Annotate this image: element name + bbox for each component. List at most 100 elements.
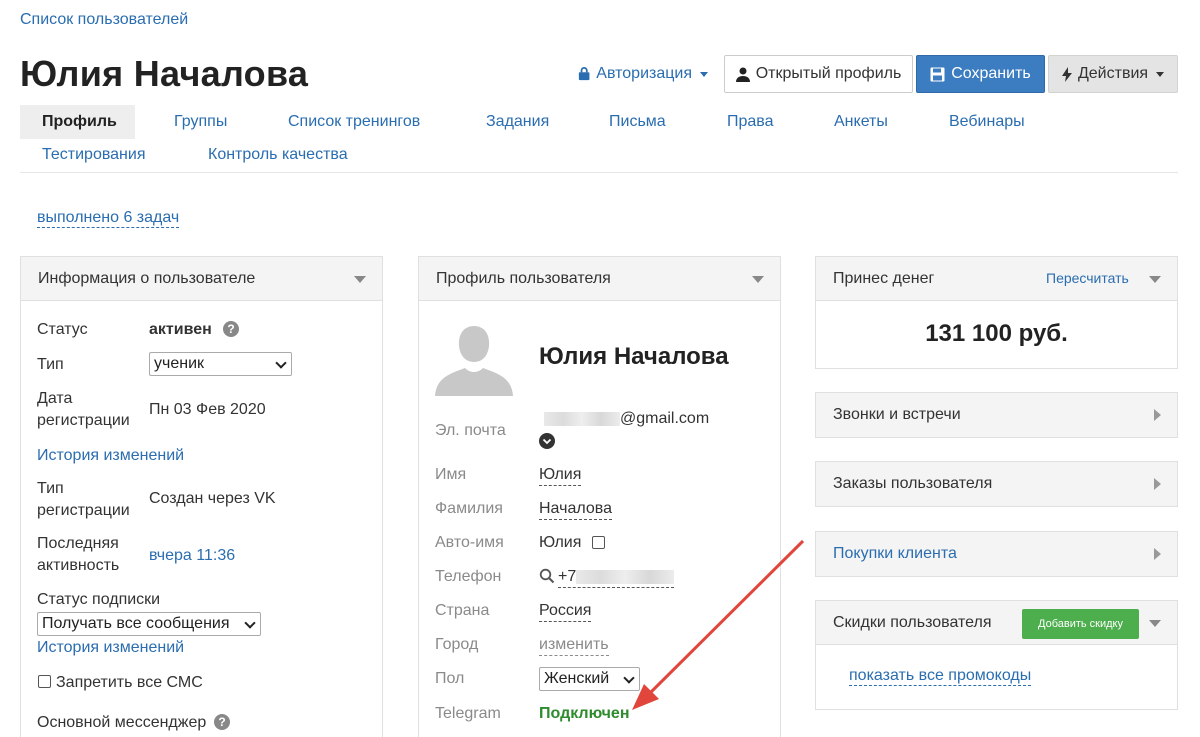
reg-date-label-1: Дата — [37, 390, 73, 407]
last-activity-value[interactable]: вчера 11:36 — [149, 545, 235, 567]
gender-select[interactable]: Женский — [539, 667, 640, 691]
telegram-label: Telegram — [435, 705, 501, 722]
tab-webinars[interactable]: Вебинары — [927, 105, 1047, 139]
sms-ban-checkbox[interactable] — [38, 675, 51, 688]
orders-panel[interactable]: Заказы пользователя — [815, 461, 1178, 507]
collapse-arrow-icon[interactable] — [1149, 276, 1161, 283]
avatar[interactable] — [435, 318, 513, 396]
recalculate-link[interactable]: Пересчитать — [1046, 270, 1129, 286]
status-label: Статус — [37, 321, 88, 338]
actions-dropdown[interactable]: Действия — [1048, 55, 1178, 93]
tab-testing[interactable]: Тестирования — [20, 138, 168, 172]
calls-header[interactable]: Звонки и встречи — [816, 393, 1177, 437]
reg-date-value: Пн 03 Фев 2020 — [149, 401, 266, 418]
tab-tasks[interactable]: Задания — [464, 105, 571, 139]
help-icon[interactable]: ? — [214, 714, 230, 730]
user-info-title: Информация о пользователе — [38, 269, 256, 287]
save-button[interactable]: Сохранить — [916, 55, 1045, 93]
status-value: активен — [149, 321, 212, 338]
tab-rights[interactable]: Права — [705, 105, 796, 139]
reg-date-label-2: регистрации — [37, 412, 130, 429]
reg-type-label-2: регистрации — [37, 502, 130, 519]
chevron-down-icon — [623, 672, 635, 684]
open-profile-button[interactable]: Открытый профиль — [724, 55, 913, 93]
user-profile-title: Профиль пользователя — [436, 269, 611, 287]
messenger-label: Основной мессенджер — [37, 714, 207, 731]
collapse-arrow-icon[interactable] — [752, 276, 764, 283]
type-select-value: ученик — [154, 355, 205, 372]
history-link[interactable]: История изменений — [37, 445, 184, 467]
country-value[interactable]: Россия — [539, 601, 592, 622]
last-name-value[interactable]: Началова — [539, 499, 612, 520]
subscription-select-value: Получать все сообщения — [42, 615, 230, 632]
open-profile-label: Открытый профиль — [755, 65, 902, 82]
collapse-arrow-icon[interactable] — [354, 276, 366, 283]
expand-email-icon[interactable] — [539, 433, 555, 449]
tab-profile[interactable]: Профиль — [20, 105, 135, 139]
chevron-down-icon — [275, 357, 287, 369]
discounts-title: Скидки пользователя — [833, 613, 992, 631]
telegram-status: Подключен — [539, 705, 630, 722]
subscription-history-link[interactable]: История изменений — [37, 637, 184, 659]
lightning-icon — [1061, 66, 1072, 82]
sms-ban-label: Запретить все СМС — [56, 674, 203, 691]
completed-tasks-link[interactable]: выполнено 6 задач — [37, 208, 180, 228]
last-activity-label-2: активность — [37, 557, 120, 574]
auto-name-checkbox[interactable] — [592, 536, 605, 549]
lock-icon — [578, 67, 590, 81]
subscription-select[interactable]: Получать все сообщения — [37, 612, 261, 636]
tab-trainings[interactable]: Список тренингов — [266, 105, 442, 139]
phone-blurred — [576, 569, 675, 584]
tab-forms[interactable]: Анкеты — [812, 105, 910, 139]
floppy-disk-icon — [930, 67, 945, 81]
last-name-label: Фамилия — [435, 500, 503, 517]
save-label: Сохранить — [951, 65, 1031, 82]
purchases-title: Покупки клиента — [833, 545, 957, 562]
reg-type-label-1: Тип — [37, 480, 64, 497]
add-discount-button[interactable]: Добавить скидку — [1022, 609, 1139, 639]
caret-down-icon — [1156, 71, 1165, 77]
email-value: @gmail.com — [544, 409, 709, 429]
page-title: Юлия Началова — [20, 53, 309, 94]
profile-name: Юлия Началова — [539, 343, 729, 370]
last-activity-label-1: Последняя — [37, 535, 119, 552]
money-title: Принес денег — [833, 269, 935, 287]
expand-arrow-icon[interactable] — [1154, 478, 1161, 490]
authorization-label: Авторизация — [596, 65, 692, 82]
phone-value[interactable]: +7 — [558, 567, 675, 588]
user-info-header[interactable]: Информация о пользователе — [21, 257, 382, 301]
purchases-panel[interactable]: Покупки клиента — [815, 531, 1178, 577]
user-profile-header[interactable]: Профиль пользователя — [419, 257, 780, 301]
actions-label: Действия — [1077, 65, 1149, 82]
show-promocodes-link[interactable]: показать все промокоды — [849, 666, 1032, 686]
breadcrumb-users-list[interactable]: Список пользователей — [20, 11, 188, 29]
email-label: Эл. почта — [435, 422, 506, 439]
authorization-dropdown[interactable]: Авторизация — [578, 55, 708, 93]
auto-name-value: Юлия — [539, 534, 582, 551]
tab-quality-control[interactable]: Контроль качества — [186, 138, 370, 172]
type-select[interactable]: ученик — [149, 352, 292, 376]
tabs-divider — [20, 172, 1178, 173]
calls-panel[interactable]: Звонки и встречи — [815, 392, 1178, 438]
caret-down-icon — [700, 71, 708, 77]
country-label: Страна — [435, 602, 490, 619]
collapse-arrow-icon[interactable] — [1149, 620, 1161, 627]
reg-type-value: Создан через VK — [149, 490, 276, 507]
purchases-header[interactable]: Покупки клиента — [816, 532, 1177, 576]
orders-header[interactable]: Заказы пользователя — [816, 462, 1177, 506]
type-label: Тип — [37, 356, 64, 373]
city-label: Город — [435, 636, 479, 653]
expand-arrow-icon[interactable] — [1154, 409, 1161, 421]
tab-groups[interactable]: Группы — [152, 105, 249, 139]
money-amount: 131 100 руб. — [925, 320, 1068, 347]
phone-label: Телефон — [435, 568, 502, 585]
city-change-link[interactable]: изменить — [539, 635, 609, 656]
search-icon[interactable] — [539, 568, 555, 584]
expand-arrow-icon[interactable] — [1154, 548, 1161, 560]
chevron-down-icon — [244, 617, 256, 629]
tab-letters[interactable]: Письма — [587, 105, 688, 139]
orders-title: Заказы пользователя — [833, 475, 993, 492]
gender-label: Пол — [435, 670, 465, 687]
first-name-value[interactable]: Юлия — [539, 465, 582, 486]
help-icon[interactable]: ? — [223, 321, 239, 337]
